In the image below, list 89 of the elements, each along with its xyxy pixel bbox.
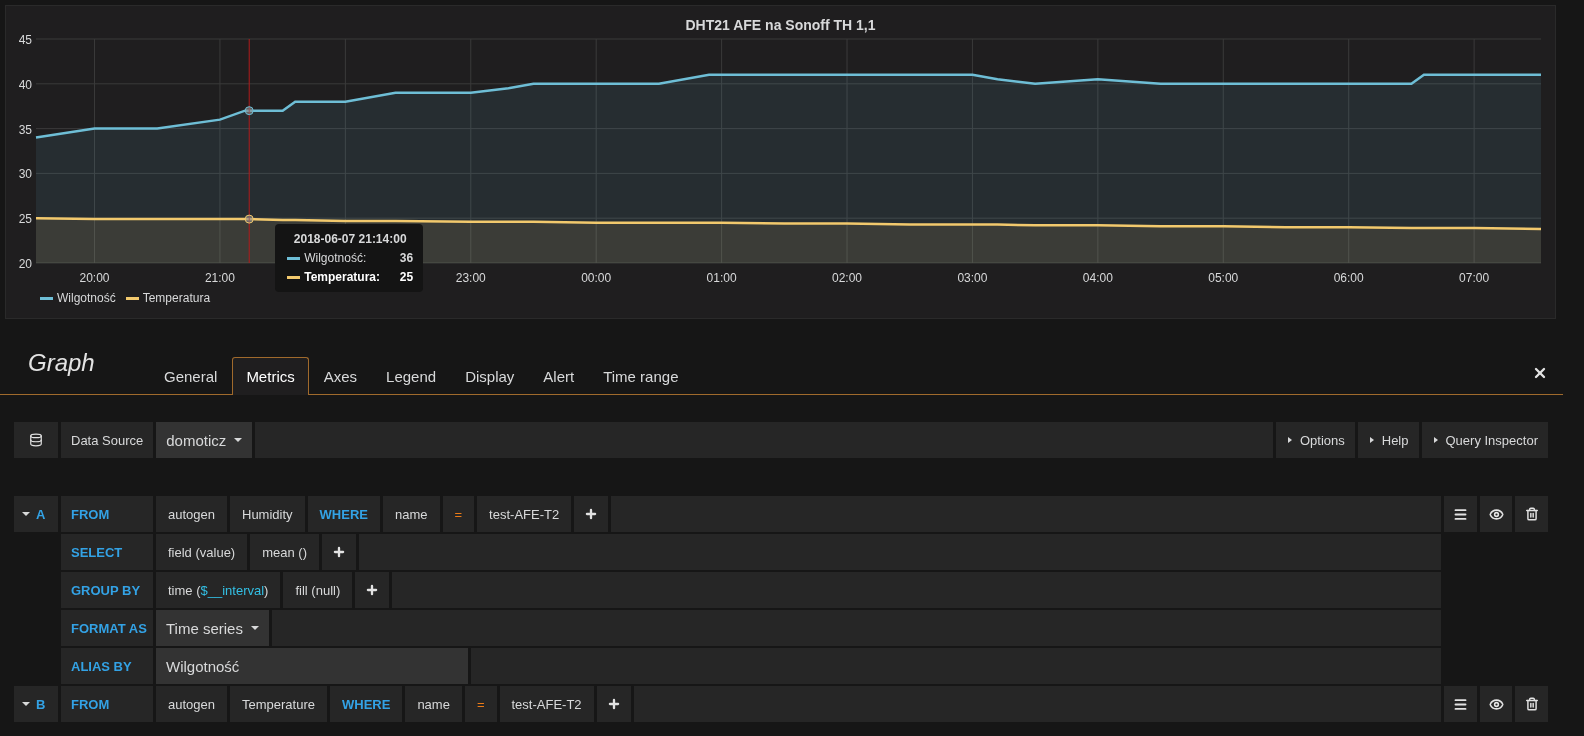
query-segment[interactable]: test-AFE-T2 [499,686,594,722]
x-tick-label: 04:00 [1082,271,1113,285]
y-tick-label: 20 [18,257,32,271]
x-tick-label: 03:00 [957,271,988,285]
editor-tab[interactable]: Axes [309,357,372,395]
close-icon[interactable] [1532,365,1548,381]
query-segment[interactable]: mean () [250,534,319,570]
plus-icon [584,507,599,521]
editor-tab[interactable]: Time range [589,357,693,395]
x-tick-label: 07:00 [1459,271,1490,285]
add-button[interactable] [574,496,609,532]
editor-tab[interactable]: Alert [529,357,589,395]
caret-icon [250,625,259,631]
toggle-button[interactable]: Help [1357,422,1419,458]
plus-icon [365,583,380,597]
caret-icon [1367,437,1376,443]
x-tick-label: 02:00 [832,271,863,285]
query-ref-toggle[interactable]: A [14,496,58,532]
clause-label: GROUP BY [61,572,153,608]
legend-item[interactable]: Wilgotność [40,291,116,305]
y-tick-label: 25 [18,212,32,227]
tooltip-label: Wilgotność: [304,251,368,265]
trash-icon[interactable] [1515,496,1548,532]
add-button[interactable] [355,572,390,608]
query-segment[interactable]: name [382,496,440,532]
clause-label: FROM [61,686,153,722]
query-segment[interactable]: fill (null) [283,572,353,608]
operator-segment[interactable]: = [442,496,475,532]
y-tick-label: 40 [18,77,32,92]
query-segment[interactable]: autogen [156,496,227,532]
caret-icon [22,701,30,707]
operator-segment[interactable]: = [464,686,497,722]
data-source-select[interactable]: domoticz [156,422,253,458]
plus-icon [606,697,621,711]
x-tick-label: 23:00 [455,271,486,285]
plus-icon [332,545,346,559]
query-ref-toggle[interactable]: B [14,686,58,722]
x-tick-label: 06:00 [1333,271,1364,285]
format-select[interactable]: Time series [156,610,269,646]
tooltip-time: 2018-06-07 21:14:00 [292,232,408,246]
query-segment[interactable]: autogen [156,686,227,722]
clause-label: FROM [61,496,153,532]
add-button[interactable] [596,686,631,722]
y-tick-label: 30 [18,167,32,182]
y-tick-label: 45 [18,33,32,47]
editor-tab[interactable]: Display [451,357,529,395]
clause-label: SELECT [61,534,153,570]
editor-tab[interactable]: Legend [372,357,451,395]
x-tick-label: 05:00 [1208,271,1239,285]
tooltip-value: 25 [399,270,414,284]
toggle-button[interactable]: Options [1275,422,1355,458]
eye-icon[interactable] [1479,686,1513,722]
query-segment[interactable]: Temperature [230,686,327,722]
query-segment[interactable]: field (value) [156,534,248,570]
caret-icon [234,437,243,443]
legend-item[interactable]: Temperatura [125,291,211,305]
trash-icon[interactable] [1515,686,1548,722]
x-tick-label: 20:00 [79,271,110,285]
x-tick-label: 21:00 [204,271,235,285]
hover-point [244,106,254,116]
x-tick-label: 01:00 [706,271,737,285]
eye-icon[interactable] [1479,496,1513,532]
hover-point [244,214,254,224]
data-source-label: Data Source [61,422,154,458]
menu-icon[interactable] [1444,496,1477,532]
y-tick-label: 35 [18,122,32,137]
toggle-button[interactable]: Query Inspector [1421,422,1548,458]
query-keyword[interactable]: WHERE [330,686,403,722]
editor-title: Graph [27,348,96,377]
alias-input[interactable]: Wilgotność [156,648,468,684]
query-segment[interactable]: name [405,686,462,722]
query-segment[interactable]: test-AFE-T2 [477,496,572,532]
database-icon[interactable] [14,422,58,458]
clause-label: FORMAT AS [61,610,153,646]
editor-tab[interactable]: Metrics [232,357,309,395]
panel-title: DHT21 AFE na Sonoff TH 1,1 [684,17,877,33]
caret-icon [1285,437,1294,443]
caret-icon [1431,437,1440,443]
query-keyword[interactable]: WHERE [307,496,380,532]
tooltip-label: Temperatura: [304,270,381,284]
query-segment[interactable]: Humidity [230,496,305,532]
add-button[interactable] [322,534,356,570]
clause-label: ALIAS BY [61,648,153,684]
caret-icon [22,511,30,517]
tooltip-value: 36 [399,251,414,265]
menu-icon[interactable] [1444,686,1477,722]
x-tick-label: 00:00 [581,271,612,285]
group-by-segment[interactable]: time ($__interval) [156,572,281,608]
editor-tab[interactable]: General [150,357,232,395]
